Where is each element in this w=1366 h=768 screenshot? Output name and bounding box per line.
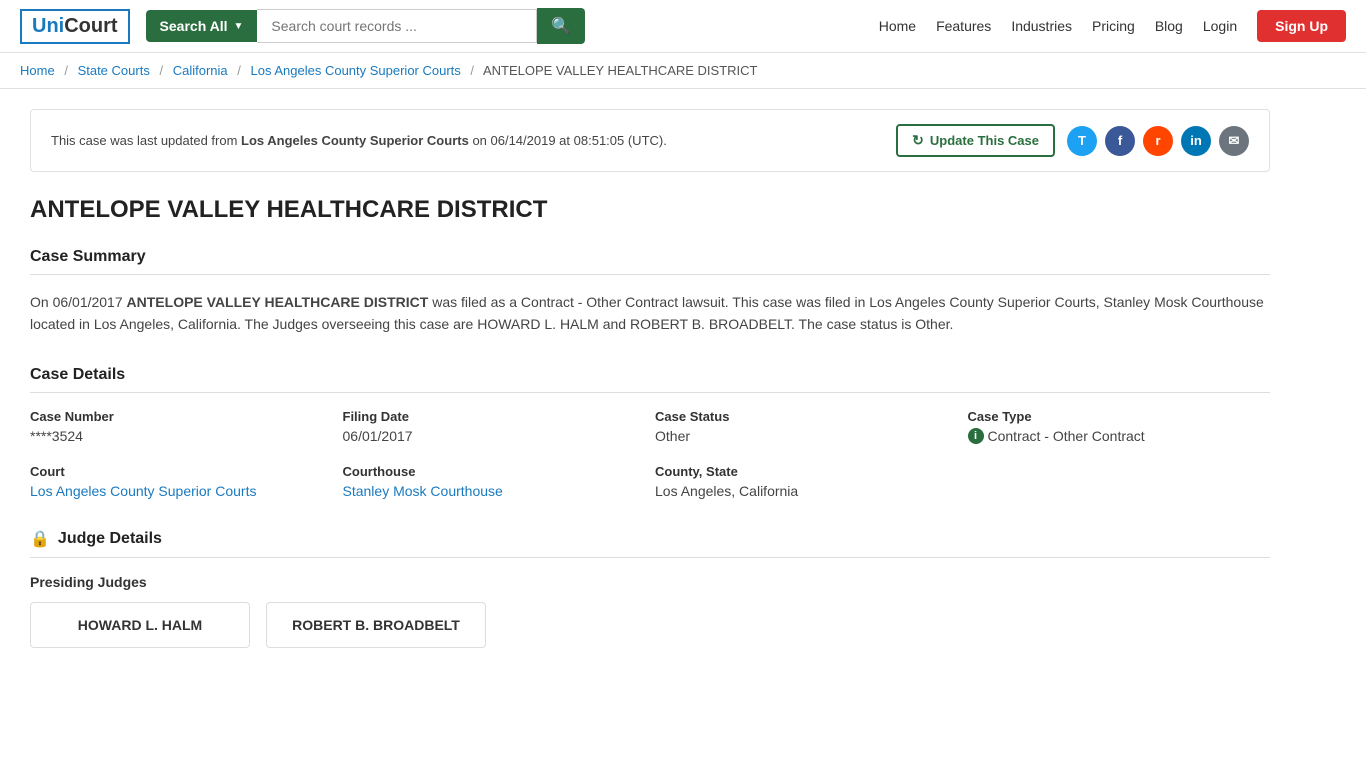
search-icon: 🔍	[551, 18, 571, 35]
linkedin-icon: in	[1190, 133, 1202, 148]
breadcrumb-current: ANTELOPE VALLEY HEALTHCARE DISTRICT	[483, 63, 758, 78]
logo-court: Court	[64, 15, 117, 38]
breadcrumb-sep-4: /	[470, 63, 474, 78]
search-input[interactable]	[257, 9, 537, 43]
update-case-button[interactable]: ↻ Update This Case	[896, 124, 1055, 157]
filing-date-item: Filing Date 06/01/2017	[343, 409, 646, 444]
courthouse-link[interactable]: Stanley Mosk Courthouse	[343, 483, 503, 499]
signup-button[interactable]: Sign Up	[1257, 10, 1346, 42]
case-summary-text: On 06/01/2017 ANTELOPE VALLEY HEALTHCARE…	[30, 291, 1270, 336]
case-status-item: Case Status Other	[655, 409, 958, 444]
case-number-value: ****3524	[30, 428, 333, 444]
case-status-label: Case Status	[655, 409, 958, 424]
share-icons: T f r in ✉	[1067, 126, 1249, 156]
chevron-down-icon: ▼	[234, 21, 244, 32]
case-details-header: Case Details	[30, 366, 1270, 393]
nav-home[interactable]: Home	[879, 18, 916, 34]
case-summary-header: Case Summary	[30, 248, 1270, 275]
twitter-icon: T	[1078, 133, 1086, 148]
case-type-value: i Contract - Other Contract	[968, 428, 1271, 444]
breadcrumb: Home / State Courts / California / Los A…	[0, 53, 1366, 89]
filing-date-value: 06/01/2017	[343, 428, 646, 444]
case-status-value: Other	[655, 428, 958, 444]
breadcrumb-home[interactable]: Home	[20, 63, 55, 78]
breadcrumb-california[interactable]: California	[173, 63, 228, 78]
county-state-label: County, State	[655, 464, 958, 479]
main-content: This case was last updated from Los Ange…	[0, 89, 1300, 698]
court-item: Court Los Angeles County Superior Courts	[30, 464, 333, 499]
case-details-section: Case Details Case Number ****3524 Filing…	[30, 366, 1270, 499]
case-number-label: Case Number	[30, 409, 333, 424]
court-value: Los Angeles County Superior Courts	[30, 483, 333, 499]
nav-features[interactable]: Features	[936, 18, 991, 34]
nav-login[interactable]: Login	[1203, 18, 1237, 34]
judges-row: HOWARD L. HALM ROBERT B. BROADBELT	[30, 602, 1270, 648]
breadcrumb-la-courts[interactable]: Los Angeles County Superior Courts	[251, 63, 461, 78]
search-button[interactable]: 🔍	[537, 8, 585, 44]
breadcrumb-sep-3: /	[237, 63, 241, 78]
email-icon: ✉	[1229, 133, 1240, 149]
presiding-judges-label: Presiding Judges	[30, 574, 1270, 590]
nav-blog[interactable]: Blog	[1155, 18, 1183, 34]
header: Uni Court Search All ▼ 🔍 Home Features I…	[0, 0, 1366, 53]
courthouse-label: Courthouse	[343, 464, 646, 479]
nav-pricing[interactable]: Pricing	[1092, 18, 1135, 34]
share-twitter-button[interactable]: T	[1067, 126, 1097, 156]
facebook-icon: f	[1118, 133, 1122, 148]
banner-info-text: This case was last updated from Los Ange…	[51, 133, 667, 148]
banner-right: ↻ Update This Case T f r in ✉	[896, 124, 1249, 157]
case-details-grid: Case Number ****3524 Filing Date 06/01/2…	[30, 409, 1270, 499]
breadcrumb-sep-2: /	[159, 63, 163, 78]
share-reddit-button[interactable]: r	[1143, 126, 1173, 156]
share-linkedin-button[interactable]: in	[1181, 126, 1211, 156]
lock-icon: 🔒	[30, 529, 50, 549]
search-group: Search All ▼ 🔍	[146, 8, 586, 44]
info-icon: i	[968, 428, 984, 444]
update-banner: This case was last updated from Los Ange…	[30, 109, 1270, 172]
share-facebook-button[interactable]: f	[1105, 126, 1135, 156]
breadcrumb-sep-1: /	[64, 63, 68, 78]
judge-card-2: ROBERT B. BROADBELT	[266, 602, 486, 648]
case-type-label: Case Type	[968, 409, 1271, 424]
case-title: ANTELOPE VALLEY HEALTHCARE DISTRICT	[30, 196, 1270, 224]
logo[interactable]: Uni Court	[20, 9, 130, 44]
nav-industries[interactable]: Industries	[1011, 18, 1072, 34]
county-state-item: County, State Los Angeles, California	[655, 464, 958, 499]
main-nav: Home Features Industries Pricing Blog Lo…	[879, 10, 1346, 42]
county-state-value: Los Angeles, California	[655, 483, 958, 499]
judge-details-section: 🔒 Judge Details Presiding Judges HOWARD …	[30, 529, 1270, 648]
filing-date-label: Filing Date	[343, 409, 646, 424]
refresh-icon: ↻	[912, 132, 924, 149]
courthouse-item: Courthouse Stanley Mosk Courthouse	[343, 464, 646, 499]
courthouse-value: Stanley Mosk Courthouse	[343, 483, 646, 499]
judge-section-header: 🔒 Judge Details	[30, 529, 1270, 558]
reddit-icon: r	[1155, 133, 1160, 148]
court-link[interactable]: Los Angeles County Superior Courts	[30, 483, 256, 499]
case-number-item: Case Number ****3524	[30, 409, 333, 444]
breadcrumb-state-courts[interactable]: State Courts	[78, 63, 150, 78]
case-type-item: Case Type i Contract - Other Contract	[968, 409, 1271, 444]
judge-card-1: HOWARD L. HALM	[30, 602, 250, 648]
share-email-button[interactable]: ✉	[1219, 126, 1249, 156]
case-summary-section: Case Summary On 06/01/2017 ANTELOPE VALL…	[30, 248, 1270, 336]
court-label: Court	[30, 464, 333, 479]
logo-uni: Uni	[32, 15, 64, 38]
search-all-button[interactable]: Search All ▼	[146, 10, 258, 42]
